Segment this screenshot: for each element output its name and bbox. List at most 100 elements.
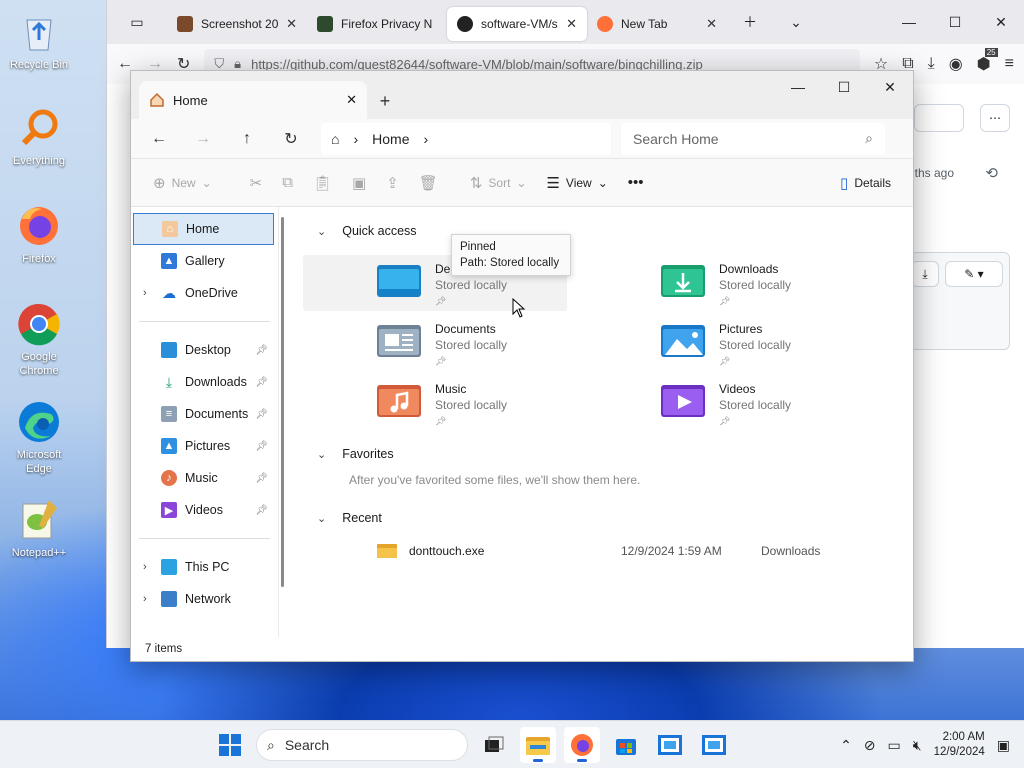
explorer-address-bar: ← → ↑ ↻ ⌂ › Home › Search Home ⌕: [131, 119, 913, 159]
delete-button[interactable]: 🗑︎: [411, 167, 446, 199]
nav-item-downloads[interactable]: ⤓ Downloads 📌︎: [131, 366, 278, 398]
nav-item-this-pc[interactable]: › This PC: [131, 551, 278, 583]
new-button[interactable]: ⊕ New ⌄: [145, 167, 220, 199]
more-options-icon[interactable]: ⋯: [980, 104, 1010, 132]
taskbar-app-1[interactable]: [652, 727, 688, 763]
menu-icon[interactable]: ≡: [1005, 55, 1014, 73]
breadcrumb[interactable]: ⌂ › Home ›: [321, 122, 611, 155]
nav-item-music[interactable]: ♪ Music 📌︎: [131, 462, 278, 494]
browser-tab-active[interactable]: software-VM/sc ✕: [447, 7, 587, 41]
desktop-icon-edge[interactable]: Microsoft Edge: [4, 400, 74, 476]
up-arrow-icon[interactable]: ↑: [227, 123, 267, 155]
desktop-icon-chrome[interactable]: Google Chrome: [4, 302, 74, 378]
badge-count: 25: [984, 48, 998, 57]
chevron-down-icon[interactable]: ⌄: [773, 14, 819, 31]
network-off-icon[interactable]: ⊘: [864, 737, 876, 754]
taskbar-file-explorer[interactable]: [520, 727, 556, 763]
ublock-icon[interactable]: ⬢ 25: [977, 48, 998, 74]
section-favorites[interactable]: ⌄ Favorites: [317, 444, 394, 464]
download-icon[interactable]: ⤓: [928, 55, 935, 73]
nav-item-onedrive[interactable]: › ☁ OneDrive: [131, 277, 278, 309]
explorer-tab-home[interactable]: Home ✕: [139, 81, 367, 119]
nav-item-documents[interactable]: ≡ Documents 📌︎: [131, 398, 278, 430]
share-button[interactable]: ⇪: [378, 167, 407, 199]
rename-button[interactable]: ▣: [344, 167, 374, 199]
close-icon[interactable]: ✕: [978, 14, 1024, 31]
taskbar-store[interactable]: [608, 727, 644, 763]
more-options-button[interactable]: •••: [620, 167, 652, 199]
chevron-right-icon[interactable]: ›: [143, 593, 147, 605]
clock[interactable]: 2:00 AM 12/9/2024: [934, 730, 985, 760]
section-quick-access[interactable]: ⌄ Quick access: [317, 221, 417, 241]
taskbar-app-2[interactable]: [696, 727, 732, 763]
breadcrumb-item-home[interactable]: Home: [372, 131, 409, 147]
sort-button[interactable]: ⇅ Sort ⌄: [462, 167, 535, 199]
nav-item-home[interactable]: ⌂ Home: [133, 213, 274, 245]
browser-tab[interactable]: Screenshot 2024 ✕: [167, 7, 307, 41]
cut-button[interactable]: ✂: [242, 167, 271, 199]
download-raw-icon[interactable]: ⤓: [911, 261, 939, 287]
account-icon[interactable]: ◉: [949, 54, 963, 74]
desktop-icon-everything[interactable]: Everything: [4, 106, 74, 168]
edit-pencil-icon[interactable]: ✎ ▾: [945, 261, 1003, 287]
chevron-down-icon[interactable]: ⌄: [317, 512, 326, 525]
nav-item-desktop[interactable]: Desktop 📌︎: [131, 334, 278, 366]
maximize-icon[interactable]: ☐: [821, 71, 867, 103]
quick-access-item-pictures[interactable]: Pictures Stored locally 📌︎: [587, 315, 851, 371]
chevron-right-icon[interactable]: ›: [143, 561, 147, 573]
tab-list-icon[interactable]: ▭: [107, 14, 167, 31]
back-arrow-icon[interactable]: ←: [139, 123, 179, 155]
github-input-stub[interactable]: [914, 104, 964, 132]
recent-file-row[interactable]: donttouch.exe 12/9/2024 1:59 AM Download…: [377, 541, 837, 561]
close-tab-icon[interactable]: ✕: [286, 16, 297, 32]
quick-access-item-music[interactable]: Music Stored locally 📌︎: [303, 375, 567, 431]
display-icon[interactable]: ▭: [888, 737, 901, 754]
chevron-up-icon[interactable]: ⌃: [840, 737, 852, 754]
view-button[interactable]: ☰ View ⌄: [538, 167, 615, 199]
search-icon: ⌕: [267, 736, 275, 753]
quick-access-item-videos[interactable]: Videos Stored locally 📌︎: [587, 375, 851, 431]
desktop-icon-notepadpp[interactable]: Notepad++: [4, 498, 74, 560]
close-tab-icon[interactable]: ✕: [346, 92, 357, 108]
close-icon[interactable]: ✕: [867, 71, 913, 103]
new-tab-icon[interactable]: ＋: [727, 12, 773, 32]
chevron-right-icon[interactable]: ›: [353, 131, 358, 147]
new-tab-icon[interactable]: +: [367, 83, 403, 119]
quick-access-item-documents[interactable]: Documents Stored locally 📌︎: [303, 315, 567, 371]
minimize-icon[interactable]: —: [775, 71, 821, 103]
quick-access-item-downloads[interactable]: Downloads Stored locally 📌︎: [587, 255, 851, 311]
notification-icon[interactable]: ▣: [997, 737, 1010, 754]
taskbar-firefox[interactable]: [564, 727, 600, 763]
details-button[interactable]: ▯ Details: [832, 167, 899, 199]
start-button[interactable]: [212, 727, 248, 763]
chevron-right-icon[interactable]: ›: [143, 287, 147, 299]
close-tab-icon[interactable]: ✕: [706, 16, 717, 32]
paste-button[interactable]: 📋︎: [305, 167, 340, 199]
minimize-icon[interactable]: —: [886, 14, 932, 30]
browser-tab[interactable]: Firefox Privacy N: [307, 7, 447, 41]
copy-button[interactable]: ⧉: [274, 167, 301, 199]
nav-item-pictures[interactable]: ▲ Pictures 📌︎: [131, 430, 278, 462]
chevron-down-icon[interactable]: ⌄: [317, 225, 326, 238]
nav-item-gallery[interactable]: ▲ Gallery: [131, 245, 278, 277]
desktop-icon-firefox[interactable]: Firefox: [4, 204, 74, 266]
history-icon[interactable]: ⟲: [985, 164, 998, 182]
browser-tab[interactable]: New Tab ✕: [587, 7, 727, 41]
nav-item-videos[interactable]: ▶ Videos 📌︎: [131, 494, 278, 526]
maximize-icon[interactable]: ☐: [932, 14, 978, 31]
chevron-right-icon[interactable]: ›: [424, 131, 429, 147]
nav-item-network[interactable]: › Network: [131, 583, 278, 615]
task-view-button[interactable]: [476, 727, 512, 763]
browser-tab-title: New Tab: [621, 17, 668, 31]
forward-arrow-icon[interactable]: →: [183, 123, 223, 155]
chevron-down-icon[interactable]: ⌄: [317, 448, 326, 461]
nav-scrollbar[interactable]: [279, 207, 287, 637]
close-tab-icon[interactable]: ✕: [566, 16, 577, 32]
search-input[interactable]: Search Home ⌕: [621, 122, 885, 155]
desktop-icon-recycle-bin[interactable]: Recycle Bin: [4, 10, 74, 72]
volume-muted-icon[interactable]: 🔇︎: [913, 737, 922, 754]
section-recent[interactable]: ⌄ Recent: [317, 508, 382, 528]
refresh-icon[interactable]: ↻: [271, 123, 311, 155]
taskbar-search[interactable]: ⌕ Search: [256, 729, 468, 761]
clock-date: 12/9/2024: [933, 746, 985, 758]
